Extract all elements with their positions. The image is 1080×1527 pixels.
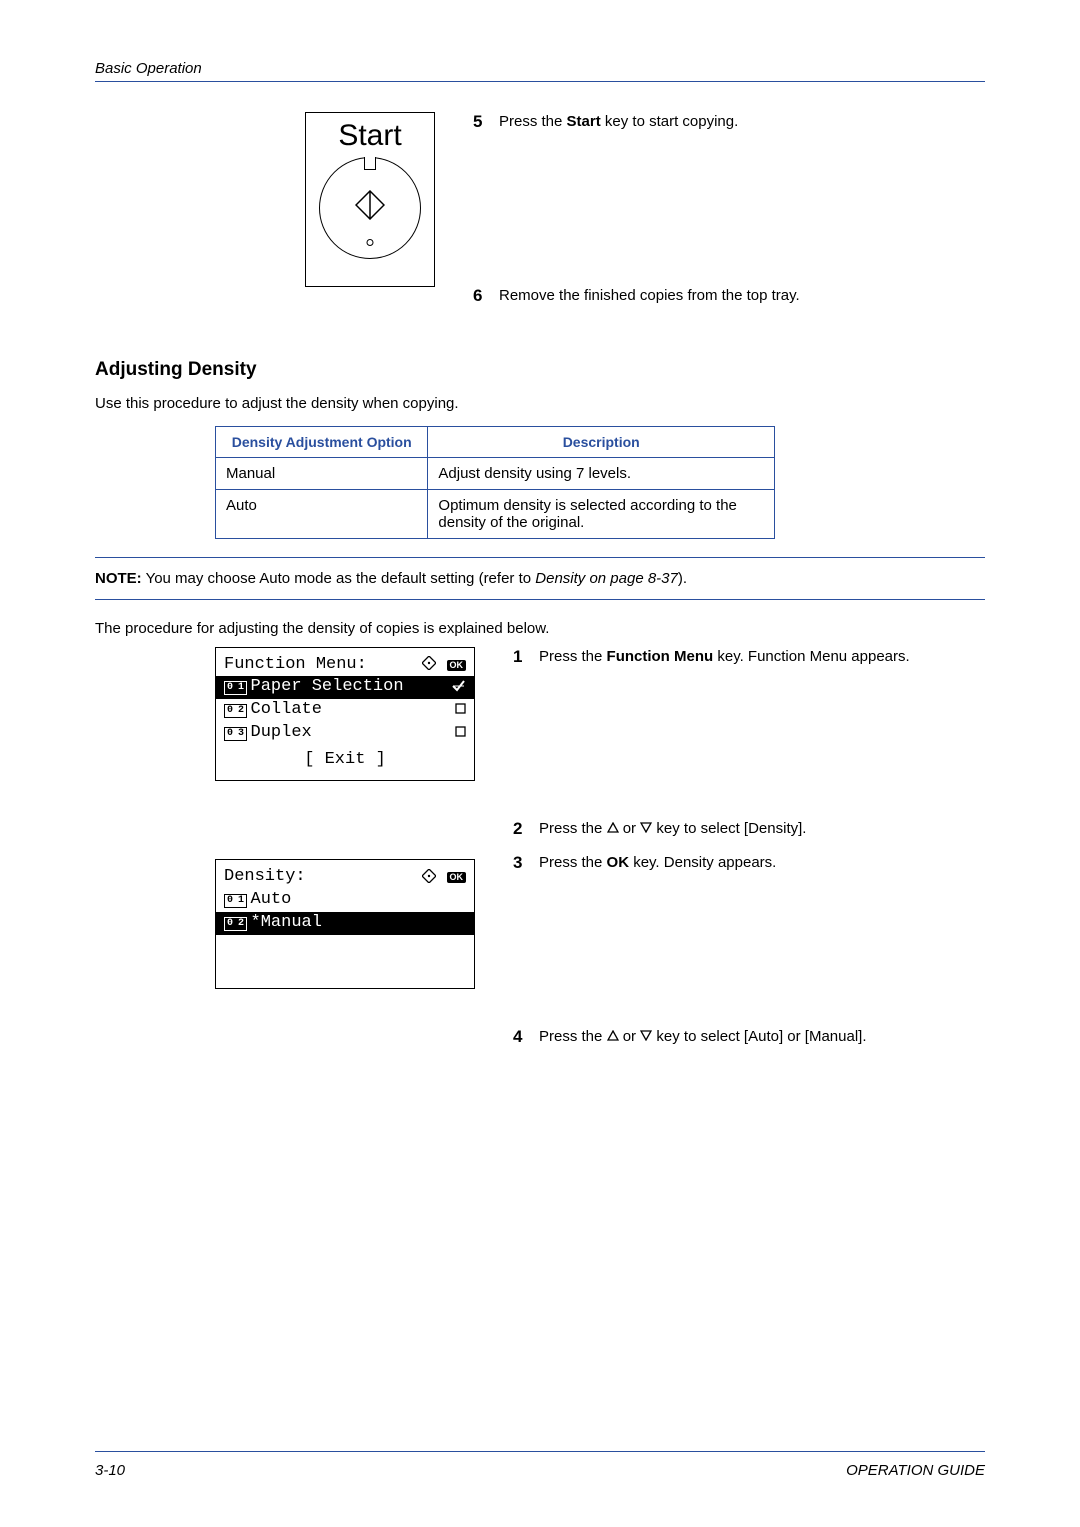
start-key-led bbox=[367, 239, 374, 246]
step-number: 4 bbox=[513, 1027, 539, 1047]
table-row: Manual Adjust density using 7 levels. bbox=[216, 457, 775, 489]
step-text: Press the OK key. Density appears. bbox=[539, 853, 776, 873]
start-key-circle bbox=[319, 157, 421, 259]
step-1: 1 Press the Function Menu key. Function … bbox=[513, 647, 985, 667]
step-5: 5 Press the Start key to start copying. bbox=[473, 112, 985, 132]
start-key-label: Start bbox=[338, 119, 401, 153]
ok-badge: OK bbox=[447, 872, 467, 883]
step-number: 5 bbox=[473, 112, 499, 132]
step-6: 6 Remove the finished copies from the to… bbox=[473, 286, 985, 306]
th-description: Description bbox=[428, 426, 775, 457]
step-text: Press the Start key to start copying. bbox=[499, 112, 738, 132]
step-text: Press the or key to select [Density]. bbox=[539, 819, 806, 839]
note-reference: Density on page 8-37 bbox=[535, 570, 678, 587]
guide-label: OPERATION GUIDE bbox=[846, 1462, 985, 1479]
step-number: 3 bbox=[513, 853, 539, 873]
lcd-title: Function Menu: bbox=[224, 654, 367, 677]
note-label: NOTE: bbox=[95, 570, 142, 587]
note-block: NOTE: You may choose Auto mode as the de… bbox=[95, 557, 985, 600]
lcd-item: 0 3 Duplex bbox=[224, 722, 466, 745]
lcd-item: 0 1 Auto bbox=[224, 889, 466, 912]
procedure-step-1-block: Function Menu: OK 0 1 Paper Selection 0 … bbox=[95, 647, 985, 782]
procedure-step-4-block: 4 Press the or key to select [Auto] or [… bbox=[95, 1027, 985, 1061]
lcd-item-selected: 0 2 *Manual bbox=[216, 912, 474, 935]
step-text: Press the or key to select [Auto] or [Ma… bbox=[539, 1027, 867, 1047]
step-number: 1 bbox=[513, 647, 539, 667]
procedure-step-2-3-block: Density: OK 0 1 Auto 0 2 *Manual 2 bbox=[95, 819, 985, 989]
nav-diamond-icon bbox=[422, 655, 436, 674]
th-option: Density Adjustment Option bbox=[216, 426, 428, 457]
start-key-illustration: Start bbox=[305, 112, 435, 287]
diamond-icon bbox=[355, 190, 385, 224]
triangle-down-icon bbox=[640, 1028, 652, 1045]
step-3: 3 Press the OK key. Density appears. bbox=[513, 853, 985, 873]
step-4: 4 Press the or key to select [Auto] or [… bbox=[513, 1027, 985, 1047]
ok-badge: OK bbox=[447, 660, 467, 671]
page-footer: 3-10 OPERATION GUIDE bbox=[95, 1451, 985, 1479]
nav-diamond-icon bbox=[422, 867, 436, 886]
density-options-table: Density Adjustment Option Description Ma… bbox=[215, 426, 775, 539]
step-text: Press the Function Menu key. Function Me… bbox=[539, 647, 910, 667]
intro-text: Use this procedure to adjust the density… bbox=[95, 395, 985, 412]
lcd-title: Density: bbox=[224, 866, 306, 889]
step-text: Remove the finished copies from the top … bbox=[499, 286, 800, 306]
step-number: 6 bbox=[473, 286, 499, 306]
page-header: Basic Operation bbox=[95, 60, 985, 82]
triangle-up-icon bbox=[607, 820, 619, 837]
triangle-up-icon bbox=[607, 1028, 619, 1045]
square-icon bbox=[455, 699, 466, 722]
header-section: Basic Operation bbox=[95, 60, 202, 77]
check-icon bbox=[452, 676, 466, 699]
heading-adjusting-density: Adjusting Density bbox=[95, 359, 985, 381]
start-key-row: Start 5 Press the Start key to start cop… bbox=[95, 112, 985, 321]
page: Basic Operation Start 5 Press the Start … bbox=[0, 0, 1080, 1527]
triangle-down-icon bbox=[640, 820, 652, 837]
step-2: 2 Press the or key to select [Density]. bbox=[513, 819, 985, 839]
lcd-item-selected: 0 1 Paper Selection bbox=[216, 676, 474, 699]
start-key-notch bbox=[364, 157, 376, 170]
procedure-intro: The procedure for adjusting the density … bbox=[95, 620, 985, 637]
square-icon bbox=[455, 722, 466, 745]
lcd-exit: [ Exit ] bbox=[224, 745, 466, 772]
lcd-density: Density: OK 0 1 Auto 0 2 *Manual bbox=[215, 859, 475, 989]
step-number: 2 bbox=[513, 819, 539, 839]
table-row: Auto Optimum density is selected accordi… bbox=[216, 489, 775, 538]
steps-5-6: 5 Press the Start key to start copying. … bbox=[473, 112, 985, 321]
page-number: 3-10 bbox=[95, 1462, 125, 1479]
lcd-item: 0 2 Collate bbox=[224, 699, 466, 722]
lcd-function-menu: Function Menu: OK 0 1 Paper Selection 0 … bbox=[215, 647, 475, 782]
